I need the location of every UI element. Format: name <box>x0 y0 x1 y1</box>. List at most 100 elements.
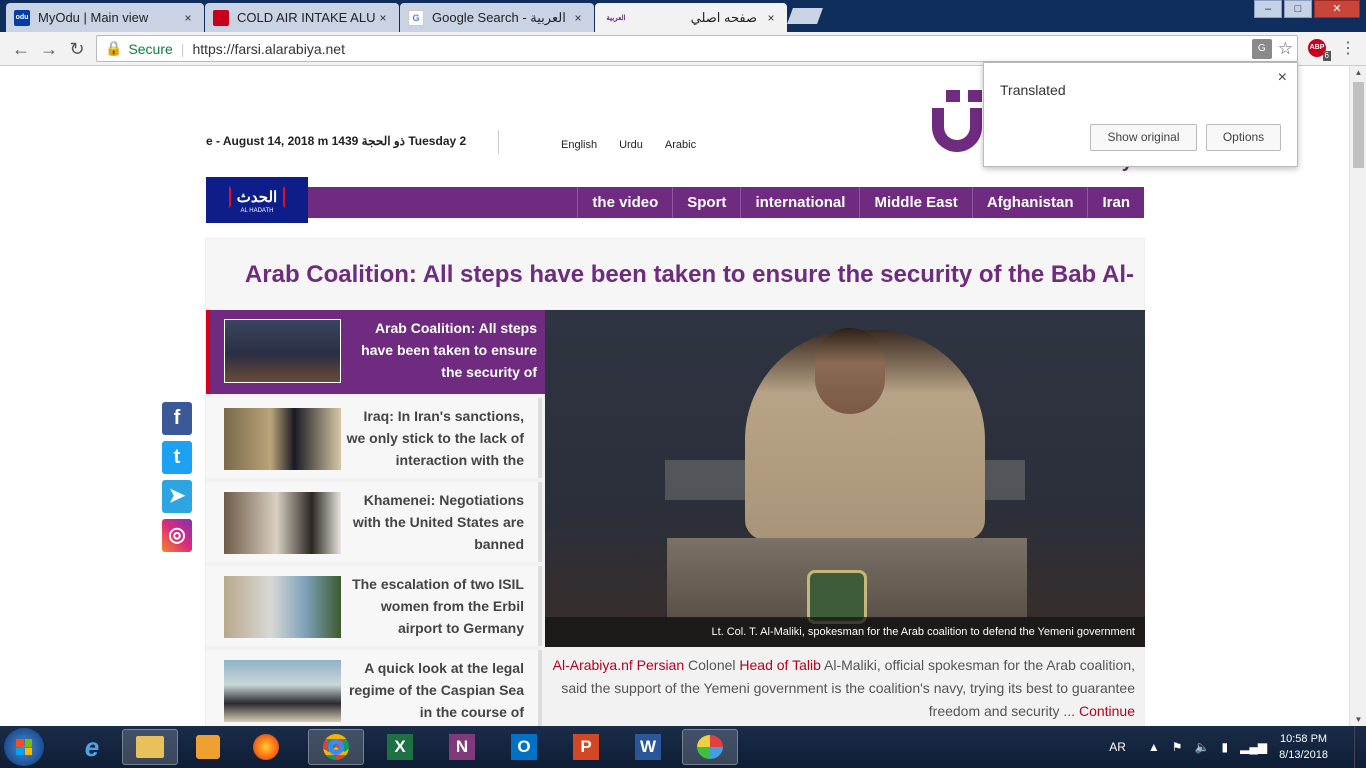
story-item-active[interactable]: Arab Coalition: All steps have been take… <box>206 310 558 394</box>
popup-close-icon[interactable]: × <box>1278 69 1287 87</box>
onenote-icon[interactable]: N <box>434 729 490 765</box>
image-caption: Lt. Col. T. Al-Maliki, spokesman for the… <box>545 617 1145 647</box>
new-tab-button[interactable] <box>787 8 823 24</box>
url-text[interactable]: https://farsi.alarabiya.net <box>192 41 345 57</box>
scroll-down-icon[interactable]: ▼ <box>1350 715 1366 724</box>
tab-close-icon[interactable]: × <box>763 11 779 25</box>
facebook-icon[interactable]: f <box>162 402 192 435</box>
internet-explorer-icon[interactable]: e <box>64 729 120 765</box>
hadath-en-text: AL HADATH <box>240 208 274 214</box>
browser-tab-strip: odu MyOdu | Main view × COLD AIR INTAKE … <box>0 0 1366 32</box>
continue-link[interactable]: Continue <box>1079 703 1135 719</box>
reload-icon[interactable]: ↻ <box>66 38 88 60</box>
tab-alarabiya[interactable]: العربية صفحه اصلي × <box>595 3 787 32</box>
powerpoint-icon[interactable]: P <box>558 729 614 765</box>
hadath-ar-text: الحدث <box>228 186 286 208</box>
clock-time: 10:58 PM <box>1279 733 1328 745</box>
volume-icon[interactable]: 🔈 <box>1195 740 1210 754</box>
close-window-button[interactable]: ✕ <box>1314 0 1360 18</box>
translate-popup: Translated × Show original Options <box>983 62 1298 167</box>
signal-icon[interactable]: ▂▄▆ <box>1240 740 1267 754</box>
story-thumbnail <box>224 576 341 638</box>
social-share-bar: f t ➤ ◎ <box>162 402 192 558</box>
word-icon[interactable]: W <box>620 729 676 765</box>
main-headline[interactable]: Arab Coalition: All steps have been take… <box>206 239 1144 309</box>
top-story-box: Arab Coalition: All steps have been take… <box>205 238 1145 726</box>
lang-english-link[interactable]: English <box>561 139 597 151</box>
telegram-icon[interactable]: ➤ <box>162 480 192 513</box>
header-date: e - August 14, 2018 m 1439 ذو الحجة Tues… <box>206 134 467 148</box>
back-arrow-icon[interactable]: ← <box>10 38 32 60</box>
firefox-icon[interactable] <box>238 729 294 765</box>
flag-icon[interactable]: ⚑ <box>1172 740 1183 754</box>
tab-close-icon[interactable]: × <box>180 11 196 25</box>
address-bar[interactable]: 🔒 Secure | https://farsi.alarabiya.net G… <box>96 35 1298 62</box>
bookmark-star-icon[interactable]: ☆ <box>1278 39 1293 59</box>
network-icon[interactable]: ▮ <box>1221 740 1228 754</box>
story-thumbnail <box>224 660 341 722</box>
lang-urdu-link[interactable]: Urdu <box>619 139 643 151</box>
system-clock[interactable]: 10:58 PM 8/13/2018 <box>1279 731 1328 763</box>
tab-title: MyOdu | Main view <box>38 10 149 25</box>
scroll-thumb[interactable] <box>1353 82 1364 168</box>
instagram-icon[interactable]: ◎ <box>162 519 192 552</box>
translate-icon[interactable]: G <box>1251 39 1272 59</box>
outlook-icon[interactable]: O <box>496 729 552 765</box>
nav-item-iran[interactable]: Iran <box>1087 187 1144 218</box>
adblock-icon[interactable]: ABP 6 <box>1308 39 1331 61</box>
excel-icon[interactable]: X <box>372 729 428 765</box>
lang-arabic-link[interactable]: Arabic <box>665 139 696 151</box>
excerpt-source-link[interactable]: Al-Arabiya.nf Persian <box>553 657 685 673</box>
excerpt-head-link[interactable]: Head of Talib <box>739 657 820 673</box>
language-links: English Urdu Arabic <box>561 139 696 151</box>
omnibox-actions: G ☆ <box>1251 39 1293 59</box>
story-title: The escalation of two ISIL women from th… <box>352 576 524 636</box>
file-explorer-icon[interactable] <box>122 729 178 765</box>
chrome-icon[interactable] <box>308 729 364 765</box>
options-button[interactable]: Options <box>1206 124 1281 151</box>
show-desktop-button[interactable] <box>1354 726 1366 768</box>
story-item[interactable]: A quick look at the legal regime of the … <box>206 650 542 726</box>
nav-bar: the video Sport international Middle Eas… <box>308 187 1144 218</box>
story-item[interactable]: Iraq: In Iran's sanctions, we only stick… <box>206 398 542 478</box>
start-button[interactable] <box>4 728 44 766</box>
clock-date: 8/13/2018 <box>1279 749 1328 761</box>
system-tray: AR ▲ ⚑ 🔈 ▮ ▂▄▆ 10:58 PM 8/13/2018 <box>1109 726 1366 768</box>
story-title: Arab Coalition: All steps have been take… <box>361 320 537 380</box>
alarabiya-icon: العربية <box>606 14 626 22</box>
story-list: Arab Coalition: All steps have been take… <box>206 310 558 726</box>
tab-myodu[interactable]: odu MyOdu | Main view × <box>6 3 204 32</box>
nav-item-international[interactable]: international <box>740 187 859 218</box>
forward-arrow-icon[interactable]: → <box>38 38 60 60</box>
minimize-button[interactable]: – <box>1254 0 1282 18</box>
show-original-button[interactable]: Show original <box>1090 124 1197 151</box>
nav-item-sport[interactable]: Sport <box>672 187 740 218</box>
input-language[interactable]: AR <box>1109 740 1126 754</box>
nav-item-video[interactable]: the video <box>577 187 672 218</box>
tab-title: COLD AIR INTAKE ALUMI <box>237 10 375 25</box>
twitter-icon[interactable]: t <box>162 441 192 474</box>
extension-icons: ABP 6 ⋮ <box>1308 38 1356 61</box>
nav-item-middle-east[interactable]: Middle East <box>859 187 971 218</box>
menu-kebab-icon[interactable]: ⋮ <box>1340 38 1356 58</box>
page-scrollbar[interactable]: ▲ ▼ <box>1349 66 1366 726</box>
tray-arrow-icon[interactable]: ▲ <box>1148 740 1160 754</box>
address-separator: | <box>180 40 185 57</box>
browser-toolbar: ← → ↻ 🔒 Secure | https://farsi.alarabiya… <box>0 32 1366 66</box>
tab-google-search[interactable]: G Google Search - العربية × <box>400 3 594 32</box>
story-excerpt: Al-Arabiya.nf Persian Colonel Head of Ta… <box>545 654 1145 723</box>
main-story-image[interactable]: Lt. Col. T. Al-Maliki, spokesman for the… <box>545 310 1145 647</box>
window-controls: – □ ✕ <box>1252 0 1360 18</box>
tab-close-icon[interactable]: × <box>570 11 586 25</box>
story-item[interactable]: The escalation of two ISIL women from th… <box>206 566 542 646</box>
tab-close-icon[interactable]: × <box>375 11 391 25</box>
scroll-up-icon[interactable]: ▲ <box>1350 68 1366 77</box>
paint-icon[interactable] <box>682 729 738 765</box>
nav-item-afghanistan[interactable]: Afghanistan <box>971 187 1088 218</box>
alhadath-logo[interactable]: الحدث AL HADATH <box>206 177 308 223</box>
media-player-icon[interactable] <box>180 729 236 765</box>
maximize-button[interactable]: □ <box>1284 0 1312 18</box>
tab-cold-air-intake[interactable]: COLD AIR INTAKE ALUMI × <box>205 3 399 32</box>
story-item[interactable]: Khamenei: Negotiations with the United S… <box>206 482 542 562</box>
header-divider <box>498 130 499 154</box>
